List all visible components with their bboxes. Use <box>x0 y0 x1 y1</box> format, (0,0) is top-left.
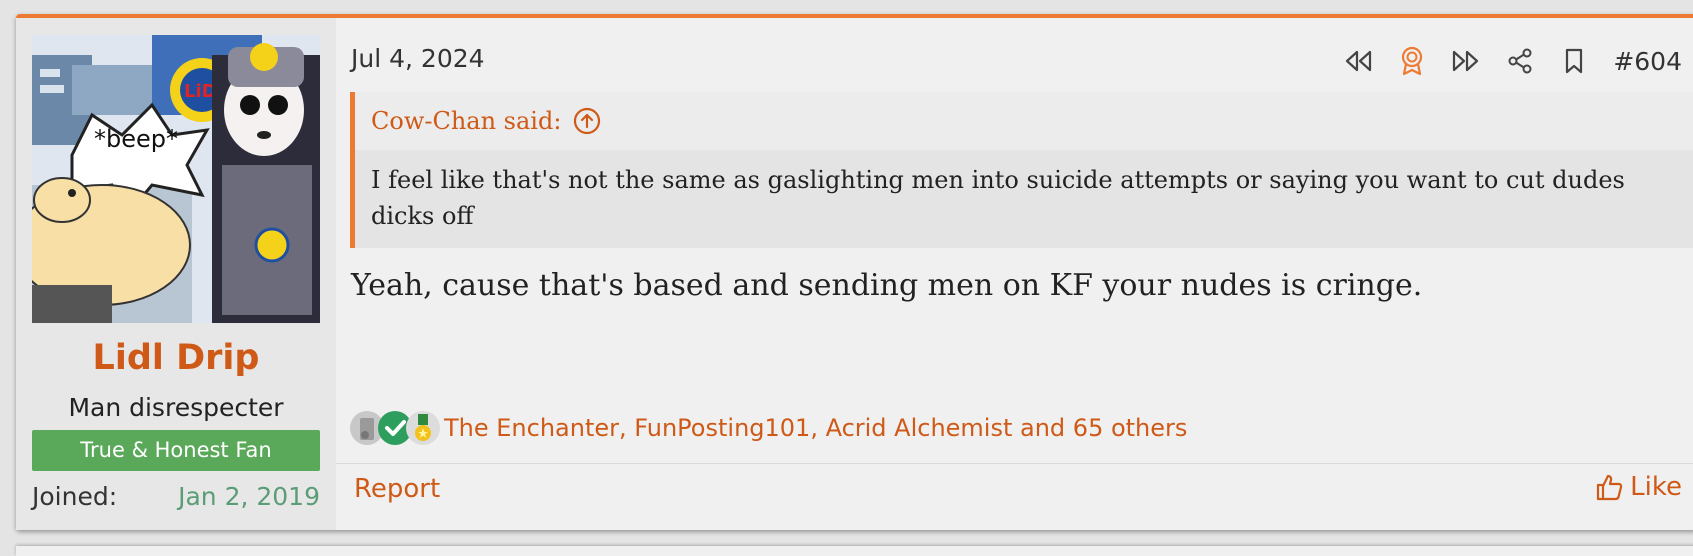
share-icon[interactable] <box>1503 44 1537 78</box>
next-post-edge <box>16 546 1693 556</box>
arrow-up-circle-icon[interactable] <box>573 107 601 135</box>
joined-label: Joined: <box>32 482 118 511</box>
report-link[interactable]: Report <box>354 474 440 504</box>
thumbs-up-icon <box>1597 474 1623 501</box>
joined-date: Jan 2, 2019 <box>178 482 320 511</box>
reactions-bar[interactable]: The Enchanter, FunPosting101, Acrid Alch… <box>350 407 1187 449</box>
post-actions: #604 <box>1321 36 1682 86</box>
user-banner: True & Honest Fan <box>32 430 320 471</box>
post-message: Yeah, cause that's based and sending men… <box>351 268 1423 303</box>
fast-forward-icon[interactable] <box>1449 44 1483 78</box>
user-title: Man disrespecter <box>68 393 284 422</box>
post-container: LiDL *beep* Lidl Drip Man disrespecter T… <box>16 14 1693 530</box>
quote-header: Cow-Chan said: <box>355 92 1693 150</box>
footer-divider <box>336 463 1693 464</box>
medal-reaction-icon <box>406 411 440 445</box>
like-button[interactable]: Like <box>1594 472 1682 502</box>
like-label: Like <box>1630 472 1682 502</box>
reaction-icons <box>350 407 442 449</box>
post-number[interactable]: #604 <box>1613 47 1682 76</box>
quote-author[interactable]: Cow-Chan said: <box>371 107 561 135</box>
quote-block: Cow-Chan said: I feel like that's not th… <box>350 92 1693 248</box>
avatar[interactable]: LiDL *beep* <box>32 35 320 323</box>
quote-text: I feel like that's not the same as gasli… <box>355 150 1693 248</box>
bookmark-icon[interactable] <box>1557 44 1591 78</box>
username[interactable]: Lidl Drip <box>16 338 336 378</box>
user-sidebar: LiDL *beep* Lidl Drip Man disrespecter T… <box>16 18 336 530</box>
reaction-names[interactable]: The Enchanter, FunPosting101, Acrid Alch… <box>444 414 1187 442</box>
rewind-icon[interactable] <box>1341 44 1375 78</box>
award-icon[interactable] <box>1395 44 1429 78</box>
avatar-bubble-text: *beep* <box>94 125 178 153</box>
post-date[interactable]: Jul 4, 2024 <box>351 44 485 73</box>
